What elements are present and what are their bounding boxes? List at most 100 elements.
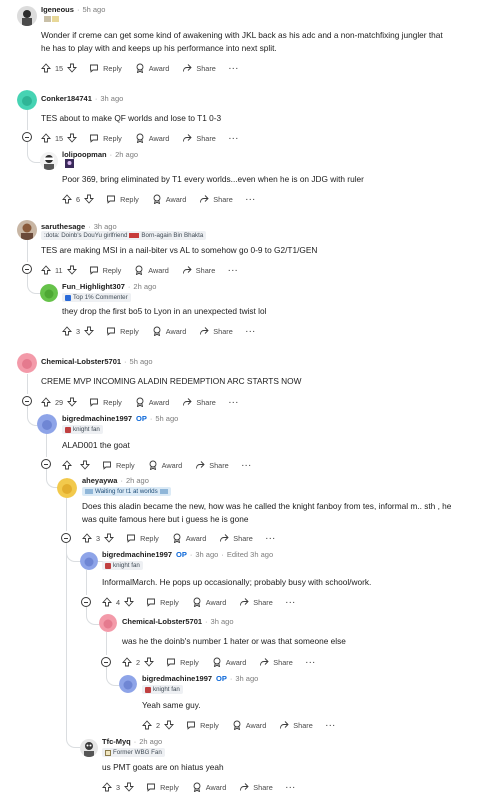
share-button[interactable]: Share — [199, 326, 233, 336]
share-button[interactable]: Share — [279, 720, 313, 730]
share-button[interactable]: Share — [182, 133, 216, 143]
collapse-thread-button[interactable] — [61, 533, 71, 543]
more-options-button[interactable]: ··· — [266, 534, 276, 543]
more-options-button[interactable]: ··· — [326, 721, 336, 730]
downvote-icon[interactable] — [84, 194, 95, 204]
downvote-icon[interactable] — [124, 782, 135, 792]
downvote-icon[interactable] — [67, 63, 78, 73]
award-button[interactable]: Award — [135, 133, 169, 143]
award-button[interactable]: Award — [212, 657, 246, 667]
share-button[interactable]: Share — [239, 782, 273, 792]
upvote-icon[interactable] — [62, 460, 72, 470]
downvote-icon[interactable] — [66, 265, 77, 275]
upvote-icon[interactable] — [62, 326, 72, 336]
award-button[interactable]: Award — [148, 460, 182, 470]
award-button[interactable]: Award — [135, 397, 169, 407]
username[interactable]: Chemical-Lobster5701 — [122, 617, 202, 627]
share-button[interactable]: Share — [182, 265, 215, 275]
award-button[interactable]: Award — [172, 533, 206, 543]
avatar[interactable] — [17, 90, 37, 110]
more-options-button[interactable]: ··· — [229, 64, 239, 73]
share-button[interactable]: Share — [259, 657, 293, 667]
award-button[interactable]: Award — [192, 782, 226, 792]
collapse-thread-button[interactable] — [81, 597, 91, 607]
downvote-icon[interactable] — [67, 133, 78, 143]
downvote-icon[interactable] — [104, 533, 115, 543]
downvote-icon[interactable] — [84, 326, 95, 336]
award-button[interactable]: Award — [152, 194, 186, 204]
reply-button[interactable]: Reply — [89, 63, 122, 73]
reply-button[interactable]: Reply — [106, 326, 139, 336]
reply-button[interactable]: Reply — [89, 265, 121, 275]
upvote-icon[interactable] — [102, 597, 112, 607]
more-options-button[interactable]: ··· — [286, 783, 296, 792]
username[interactable]: bigredmachine1997 — [102, 550, 172, 560]
downvote-icon[interactable] — [144, 657, 155, 667]
downvote-icon[interactable] — [124, 597, 135, 607]
collapse-thread-button[interactable] — [22, 132, 32, 142]
downvote-icon[interactable] — [67, 397, 78, 407]
username[interactable]: bigredmachine1997 — [142, 674, 212, 684]
upvote-icon[interactable] — [82, 533, 92, 543]
avatar[interactable] — [119, 675, 137, 693]
avatar[interactable] — [57, 478, 77, 498]
reply-button[interactable]: Reply — [102, 460, 135, 470]
avatar[interactable] — [99, 614, 117, 632]
reply-button[interactable]: Reply — [89, 397, 122, 407]
reply-button[interactable]: Reply — [146, 782, 179, 792]
collapse-thread-button[interactable] — [22, 396, 32, 406]
upvote-icon[interactable] — [122, 657, 132, 667]
upvote-icon[interactable] — [41, 265, 51, 275]
award-button[interactable]: Award — [152, 326, 186, 336]
reply-button[interactable]: Reply — [186, 720, 219, 730]
share-button[interactable]: Share — [199, 194, 233, 204]
share-button[interactable]: Share — [195, 460, 229, 470]
username[interactable]: Chemical-Lobster5701 — [41, 357, 121, 367]
avatar[interactable] — [17, 220, 37, 240]
upvote-icon[interactable] — [142, 720, 152, 730]
avatar[interactable] — [40, 284, 58, 302]
reply-button[interactable]: Reply — [166, 657, 199, 667]
share-button[interactable]: Share — [182, 397, 216, 407]
username[interactable]: Conker184741 — [41, 94, 92, 104]
award-button[interactable]: Award — [134, 265, 169, 275]
more-options-button[interactable]: ··· — [246, 195, 256, 204]
more-options-button[interactable]: ··· — [306, 658, 316, 667]
username[interactable]: Tfc-Myq — [102, 737, 131, 747]
upvote-icon[interactable] — [41, 133, 51, 143]
more-options-button[interactable]: ··· — [229, 398, 239, 407]
avatar[interactable] — [17, 353, 37, 373]
award-button[interactable]: Award — [192, 597, 226, 607]
more-options-button[interactable]: ··· — [242, 461, 252, 470]
upvote-icon[interactable] — [41, 63, 51, 73]
avatar[interactable] — [37, 414, 57, 434]
share-button[interactable]: Share — [239, 597, 273, 607]
more-options-button[interactable]: ··· — [228, 266, 238, 275]
more-options-button[interactable]: ··· — [229, 134, 239, 143]
collapse-thread-button[interactable] — [41, 459, 51, 469]
upvote-icon[interactable] — [41, 397, 51, 407]
downvote-icon[interactable] — [164, 720, 175, 730]
reply-button[interactable]: Reply — [126, 533, 159, 543]
reply-button[interactable]: Reply — [89, 133, 122, 143]
downvote-icon[interactable] — [80, 460, 90, 470]
award-button[interactable]: Award — [135, 63, 169, 73]
share-button[interactable]: Share — [219, 533, 253, 543]
collapse-thread-button[interactable] — [22, 264, 32, 274]
username[interactable]: bigredmachine1997 — [62, 414, 132, 424]
reply-button[interactable]: Reply — [146, 597, 179, 607]
username[interactable]: Igeneous — [41, 5, 74, 15]
share-button[interactable]: Share — [182, 63, 216, 73]
award-button[interactable]: Award — [232, 720, 266, 730]
avatar[interactable] — [40, 152, 58, 170]
username[interactable]: Fun_Highlight307 — [62, 282, 125, 292]
avatar[interactable] — [17, 6, 37, 26]
avatar[interactable] — [80, 552, 98, 570]
avatar[interactable] — [80, 739, 98, 757]
more-options-button[interactable]: ··· — [286, 598, 296, 607]
upvote-icon[interactable] — [102, 782, 112, 792]
upvote-icon[interactable] — [62, 194, 72, 204]
collapse-thread-button[interactable] — [101, 657, 111, 667]
username[interactable]: aheyaywa — [82, 476, 117, 486]
more-options-button[interactable]: ··· — [246, 327, 256, 336]
